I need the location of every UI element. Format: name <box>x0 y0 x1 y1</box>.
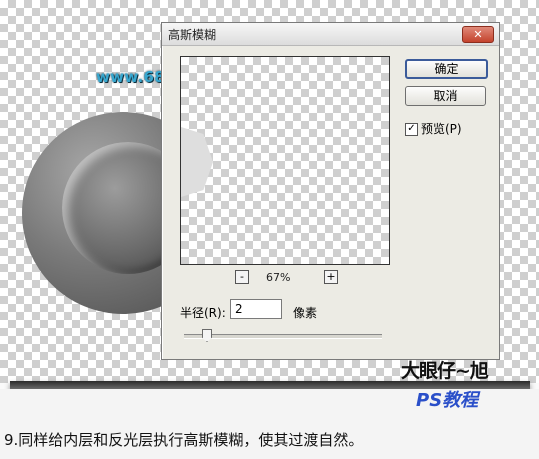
preview-checkbox-row[interactable]: ✓ 预览(P) <box>405 120 462 137</box>
radius-unit-label: 像素 <box>293 306 318 320</box>
author-logo: 大眼仔~旭 <box>401 360 489 382</box>
close-button[interactable]: ✕ <box>462 26 494 43</box>
blur-preview[interactable] <box>180 56 390 265</box>
zoom-level: 67% <box>266 271 291 284</box>
zoom-in-button[interactable]: + <box>324 270 338 284</box>
zoom-out-button[interactable]: - <box>235 270 249 284</box>
radius-slider-thumb[interactable] <box>202 329 212 342</box>
radius-input[interactable] <box>230 299 282 319</box>
tutorial-logo: PS教程 <box>416 390 479 411</box>
preview-checkbox[interactable]: ✓ <box>405 123 418 136</box>
dialog-titlebar[interactable]: 高斯模糊 ✕ <box>162 23 499 46</box>
preview-checkbox-label: 预览(P) <box>421 122 462 136</box>
ok-button[interactable]: 确定 <box>405 59 488 79</box>
cancel-button[interactable]: 取消 <box>405 86 486 106</box>
radius-label: 半径(R): <box>180 306 226 320</box>
radius-slider-track[interactable] <box>184 334 382 339</box>
dialog-title: 高斯模糊 <box>168 28 217 42</box>
close-icon: ✕ <box>473 28 483 41</box>
gaussian-blur-dialog: 高斯模糊 ✕ - 67% + 确定 取消 ✓预览(P) 半径(R): 像素 <box>161 22 500 360</box>
preview-shape <box>181 127 213 197</box>
step-caption: 9.同样给内层和反光层执行高斯模糊，使其过渡自然。 <box>4 431 364 449</box>
